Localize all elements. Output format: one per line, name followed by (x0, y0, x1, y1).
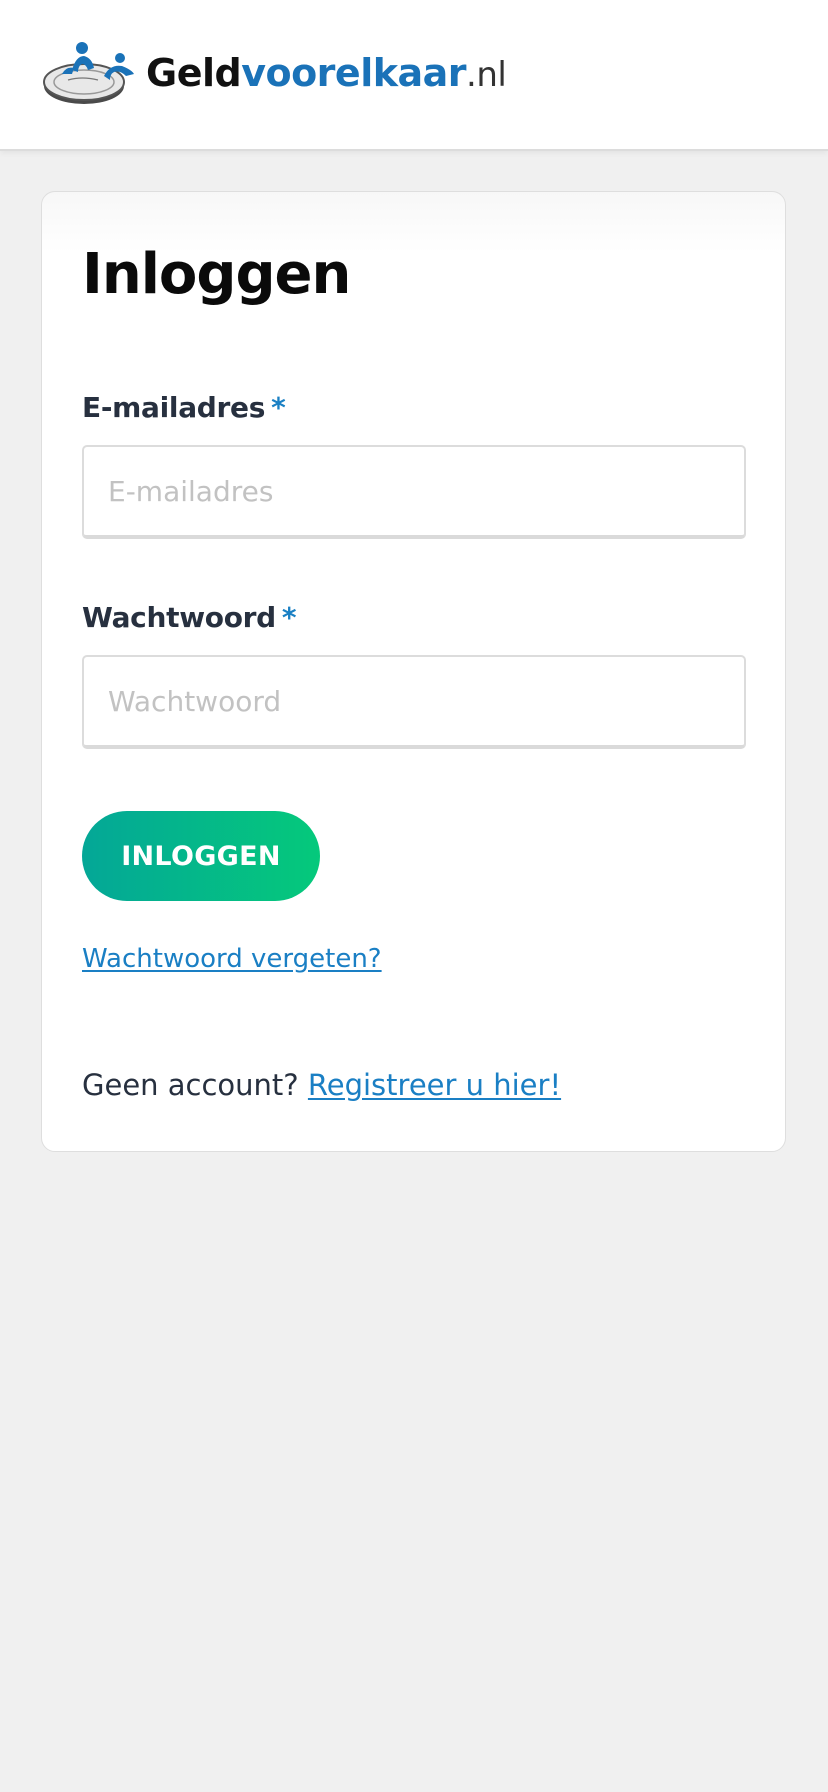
people-on-coin-logo-icon (43, 42, 134, 104)
register-link[interactable]: Registreer u hier! (308, 1068, 561, 1102)
logo-text-tld: .nl (466, 55, 507, 95)
password-label: Wachtwoord * (82, 601, 297, 634)
logo-text-voorelkaar: voorelkaar (241, 51, 467, 95)
email-label-text: E-mailadres (82, 391, 266, 424)
logo-text-geld: Geld (146, 51, 242, 95)
register-prompt-text: Geen account? (82, 1068, 299, 1102)
forgot-password-link[interactable]: Wachtwoord vergeten? (82, 944, 382, 974)
site-header: Geldvoorelkaar.nl (0, 0, 828, 151)
email-field[interactable] (82, 445, 746, 539)
email-required-marker: * (271, 391, 286, 424)
site-logo[interactable]: Geldvoorelkaar.nl (42, 40, 507, 106)
register-prompt: Geen account? Registreer u hier! (82, 1068, 561, 1102)
logo-wordmark: Geldvoorelkaar.nl (146, 51, 507, 95)
page-title: Inloggen (82, 242, 351, 307)
password-label-text: Wachtwoord (82, 601, 276, 634)
password-required-marker: * (281, 601, 297, 634)
login-card: Inloggen E-mailadres* Wachtwoord* INLOGG… (41, 191, 786, 1152)
password-field[interactable] (82, 655, 746, 749)
email-label: E-mailadres * (82, 391, 286, 424)
login-button[interactable]: INLOGGEN (82, 811, 320, 901)
